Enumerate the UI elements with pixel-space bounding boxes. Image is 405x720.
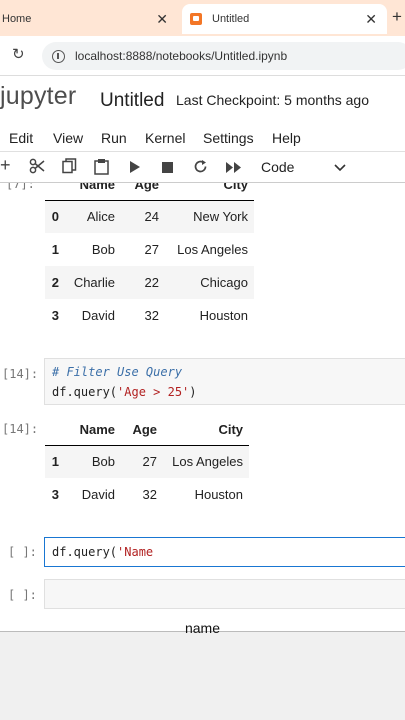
input-prompt-active: [ ]: (8, 545, 37, 559)
cell-name: Bob (91, 242, 115, 257)
browser-tab-strip: Home ✕ Untitled ✕ + (0, 0, 405, 36)
jupyter-logo[interactable]: jupyter (0, 82, 76, 111)
column-header-city: City (163, 415, 249, 446)
table-row: 3 David 32 Houston (45, 478, 249, 511)
video-caption: name (184, 620, 221, 636)
cell-city: Los Angeles (163, 445, 249, 478)
row-index: 3 (51, 487, 59, 502)
menu-edit[interactable]: Edit (9, 130, 33, 146)
empty-code-cell[interactable] (44, 579, 405, 609)
output-prompt-7: [7]: (6, 183, 35, 191)
paste-icon[interactable] (94, 158, 109, 175)
interrupt-kernel-icon[interactable] (162, 162, 173, 173)
address-bar: ↻ localhost:8888/notebooks/Untitled.ipyn… (0, 36, 405, 76)
tab-untitled-label: Untitled (212, 13, 250, 25)
cut-icon[interactable] (29, 158, 45, 174)
close-tab-icon[interactable]: ✕ (156, 11, 168, 28)
menu-kernel[interactable]: Kernel (145, 130, 185, 146)
new-tab-icon[interactable]: + (392, 7, 402, 27)
cell-city: New York (165, 200, 254, 233)
screen: Home ✕ Untitled ✕ + ↻ localhost:8888/not… (0, 0, 405, 720)
menu-bar: Edit View Run Kernel Settings Help (0, 122, 405, 152)
code-line-comment: # Filter Use Query (52, 365, 183, 379)
cell-age: 24 (121, 200, 165, 233)
copy-icon[interactable] (62, 158, 77, 174)
output-prompt-14: [14]: (2, 422, 39, 436)
dataframe-output-14: Name Age City 1 Bob 27 Los Angeles 3 Dav… (45, 415, 249, 511)
column-header-age: Age (121, 183, 165, 201)
cell-city: Houston (199, 308, 248, 323)
restart-kernel-icon[interactable] (193, 159, 208, 174)
code-line-active: df.query('Name (52, 545, 154, 559)
tab-home-label: Home (2, 13, 32, 25)
row-index: 1 (51, 242, 59, 257)
cell-name: David (81, 487, 115, 502)
menu-view[interactable]: View (53, 130, 83, 146)
insert-cell-icon[interactable]: + (0, 155, 11, 176)
column-header-name: Name (65, 415, 121, 446)
restart-run-all-icon[interactable] (226, 162, 242, 173)
run-cell-icon[interactable] (130, 161, 140, 173)
notebook-panel: [7]: Name Age City 0 Alice 24 New York 1… (0, 183, 405, 632)
column-header-city: City (165, 183, 254, 201)
cell-type-select[interactable]: Code (261, 159, 294, 175)
menu-settings[interactable]: Settings (203, 130, 254, 146)
notebook-toolbar: + Code (0, 152, 405, 183)
cell-age: 27 (144, 242, 159, 257)
menu-help[interactable]: Help (272, 130, 301, 146)
cell-name: Bob (65, 445, 121, 478)
cell-city: Los Angeles (177, 242, 248, 257)
table-row: 1 Bob 27 Los Angeles (45, 233, 254, 266)
column-header-name: Name (65, 183, 121, 201)
table-header-row: Name Age City (45, 183, 254, 201)
notebook-title[interactable]: Untitled (100, 90, 164, 112)
reload-icon[interactable]: ↻ (12, 45, 25, 63)
chevron-down-icon[interactable] (334, 160, 346, 178)
input-prompt-empty: [ ]: (8, 588, 37, 602)
table-row: 3 David 32 Houston (45, 299, 254, 332)
cell-city: Chicago (165, 266, 254, 299)
close-tab-icon[interactable]: ✕ (365, 11, 377, 28)
input-prompt-14: [14]: (2, 367, 39, 381)
jupyter-header: jupyter Untitled Last Checkpoint: 5 mont… (0, 76, 405, 122)
cell-age: 27 (121, 445, 163, 478)
row-index: 3 (51, 308, 59, 323)
table-row: 1 Bob 27 Los Angeles (45, 445, 249, 478)
url-field[interactable]: localhost:8888/notebooks/Untitled.ipynb (42, 42, 405, 70)
cell-name: Charlie (65, 266, 121, 299)
cell-name: Alice (65, 200, 121, 233)
cell-age: 22 (121, 266, 165, 299)
column-header-age: Age (121, 415, 163, 446)
jupyter-notebook-icon (190, 13, 202, 25)
table-row: 2 Charlie 22 Chicago (45, 266, 254, 299)
cell-city: Houston (194, 487, 243, 502)
dataframe-output-7: Name Age City 0 Alice 24 New York 1 Bob … (45, 183, 254, 332)
table-header-row: Name Age City (45, 415, 249, 446)
index-header (45, 183, 65, 201)
cell-age: 32 (142, 487, 157, 502)
code-line-query: df.query('Age > 25') (52, 385, 197, 399)
menu-run[interactable]: Run (101, 130, 127, 146)
checkpoint-status: Last Checkpoint: 5 months ago (176, 92, 370, 108)
tab-untitled[interactable]: Untitled ✕ (182, 4, 387, 34)
row-index: 1 (45, 445, 65, 478)
tab-home[interactable]: Home ✕ (0, 4, 178, 34)
url-text: localhost:8888/notebooks/Untitled.ipynb (75, 49, 288, 63)
index-header (45, 415, 65, 446)
table-row: 0 Alice 24 New York (45, 200, 254, 233)
cell-name: David (81, 308, 115, 323)
row-index: 2 (45, 266, 65, 299)
site-info-icon[interactable] (52, 49, 65, 63)
row-index: 0 (45, 200, 65, 233)
cell-age: 32 (144, 308, 159, 323)
